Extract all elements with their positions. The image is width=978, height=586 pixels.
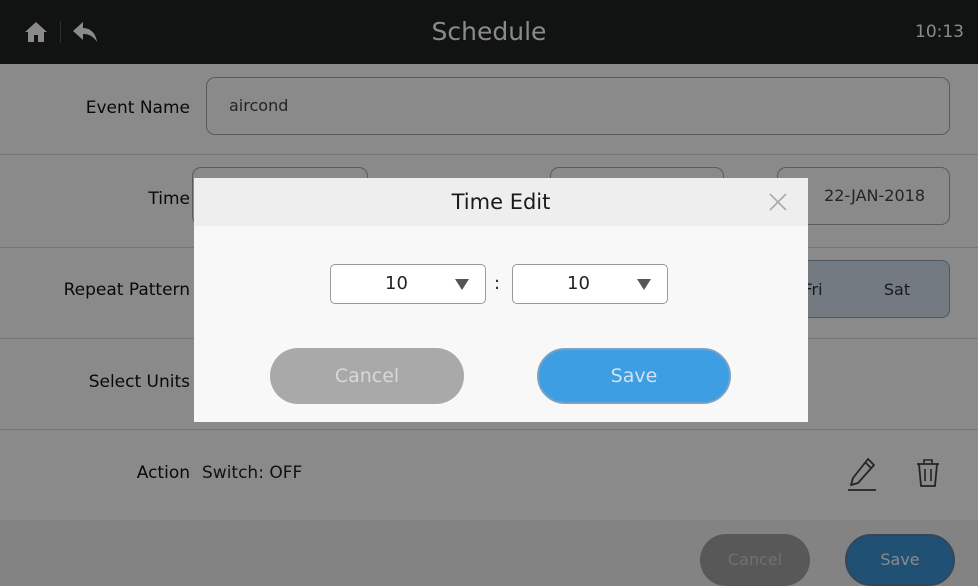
hour-select[interactable]: 10 xyxy=(330,264,486,304)
caret-down-icon xyxy=(637,279,651,290)
dialog-cancel-button[interactable]: Cancel xyxy=(270,348,464,404)
hour-value: 10 xyxy=(385,273,408,294)
caret-down-icon xyxy=(455,279,469,290)
dialog-title: Time Edit xyxy=(451,190,551,214)
dialog-save-button[interactable]: Save xyxy=(537,348,731,404)
close-icon[interactable] xyxy=(766,190,790,214)
minute-select[interactable]: 10 xyxy=(512,264,668,304)
time-edit-dialog: Time Edit 10 : 10 Cancel Save xyxy=(194,178,808,422)
minute-value: 10 xyxy=(567,273,590,294)
dialog-header: Time Edit xyxy=(194,178,808,226)
time-separator: : xyxy=(494,273,501,294)
